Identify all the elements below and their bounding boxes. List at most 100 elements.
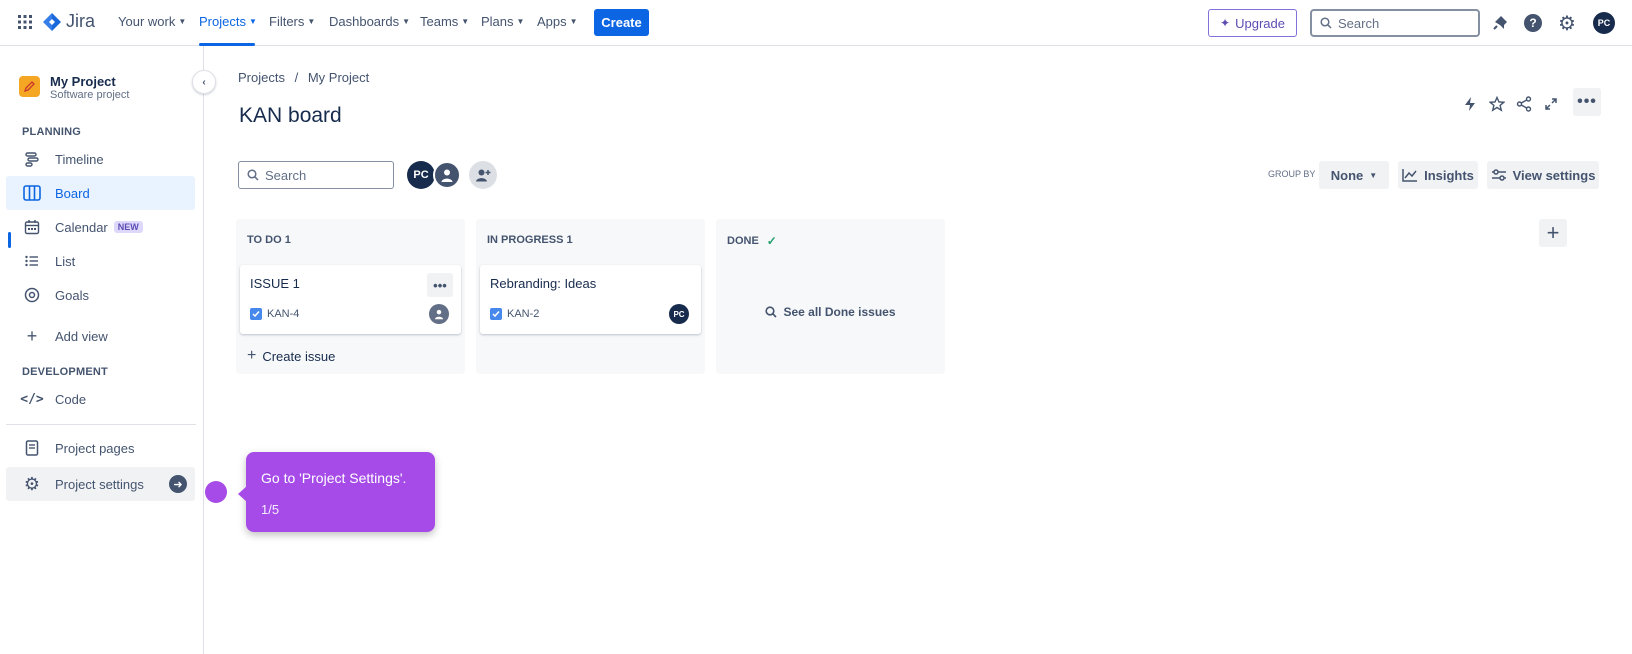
search-icon [247, 169, 259, 181]
nav-projects[interactable]: Projects ▼ [199, 14, 257, 29]
add-column-button[interactable]: + [1539, 219, 1567, 247]
sparkle-icon: ✦ [1220, 16, 1231, 30]
unassigned-avatar[interactable] [429, 304, 449, 324]
more-horizontal-icon: ••• [1577, 93, 1597, 110]
plus-icon: + [26, 325, 38, 346]
add-people-button[interactable] [469, 161, 497, 189]
person-icon [441, 169, 453, 182]
card-title: Rebranding: Ideas [490, 276, 597, 291]
guide-hotspot[interactable] [205, 481, 227, 503]
sidebar-divider [6, 424, 196, 425]
task-checkbox-icon [250, 308, 262, 320]
add-view-button[interactable]: + Add view [6, 319, 195, 353]
view-settings-button[interactable]: View settings [1487, 161, 1599, 189]
column-in-progress: IN PROGRESS 1 Rebranding: Ideas KAN-2 PC [476, 219, 705, 374]
more-actions-button[interactable]: ••• [1573, 88, 1601, 116]
sidebar-item-calendar[interactable]: Calendar NEW [6, 210, 195, 244]
project-sidebar: My Project Software project PLANNING Tim… [0, 46, 216, 654]
planning-heading: PLANNING [22, 126, 82, 138]
chevron-down-icon: ▼ [307, 17, 316, 26]
unassigned-avatar-filter[interactable] [433, 161, 461, 189]
upgrade-button[interactable]: ✦ Upgrade [1208, 9, 1297, 37]
create-button[interactable]: Create [594, 9, 649, 36]
list-icon [23, 252, 41, 270]
nav-filters[interactable]: Filters ▼ [269, 14, 315, 29]
project-name[interactable]: My Project [50, 74, 116, 89]
project-type: Software project [50, 89, 130, 101]
create-issue-button[interactable]: + Create issue [247, 347, 335, 365]
card-more-button[interactable]: ••• [427, 273, 453, 297]
chevron-down-icon: ▼ [1369, 170, 1378, 180]
notifications-icon[interactable] [1489, 12, 1511, 34]
chevron-down-icon: ▼ [516, 17, 525, 26]
issue-card[interactable]: Rebranding: Ideas KAN-2 PC [480, 265, 701, 334]
document-icon [23, 439, 41, 457]
see-all-done-link[interactable]: See all Done issues [716, 305, 945, 319]
column-title: TO DO 1 [247, 234, 291, 246]
new-badge: NEW [113, 221, 143, 233]
card-key: KAN-4 [250, 308, 299, 320]
sidebar-item-timeline[interactable]: Timeline [6, 142, 195, 176]
card-key: KAN-2 [490, 308, 539, 320]
group-by-label: GROUP BY [1268, 169, 1316, 179]
chevron-left-icon: ‹ [202, 76, 206, 88]
issue-card[interactable]: ISSUE 1 ••• KAN-4 [240, 265, 461, 334]
share-icon[interactable] [1512, 92, 1536, 116]
task-checkbox-icon [490, 308, 502, 320]
more-horizontal-icon: ••• [433, 277, 447, 293]
column-title: DONE ✓ [727, 234, 777, 248]
sidebar-item-board[interactable]: Board [6, 176, 195, 210]
development-heading: DEVELOPMENT [22, 366, 108, 378]
app-switcher-icon[interactable] [17, 14, 33, 30]
automation-lightning-icon[interactable] [1458, 92, 1482, 116]
timeline-icon [23, 150, 41, 168]
goals-icon [23, 286, 41, 304]
nav-plans[interactable]: Plans ▼ [481, 14, 524, 29]
nav-apps[interactable]: Apps ▼ [537, 14, 578, 29]
nav-teams[interactable]: Teams ▼ [420, 14, 469, 29]
logo-text: Jira [66, 11, 96, 31]
column-todo: TO DO 1 ISSUE 1 ••• KAN-4 + Create issue [236, 219, 465, 374]
settings-gear-icon[interactable]: ⚙ [1556, 12, 1578, 35]
column-title: IN PROGRESS 1 [487, 234, 573, 246]
collapse-sidebar-button[interactable]: ‹ [192, 70, 216, 94]
sidebar-item-code[interactable]: </> Code [6, 382, 195, 416]
board-icon [23, 184, 41, 202]
insights-button[interactable]: Insights [1398, 161, 1478, 189]
breadcrumb-projects[interactable]: Projects [238, 70, 285, 85]
nav-dashboards[interactable]: Dashboards ▼ [329, 14, 410, 29]
plus-icon: + [1546, 220, 1560, 245]
jira-logo-icon [43, 12, 61, 31]
code-icon: </> [20, 391, 44, 407]
board-search-input[interactable]: Search [238, 161, 394, 189]
group-by-select[interactable]: None ▼ [1319, 161, 1389, 189]
checkmark-icon: ✓ [766, 234, 777, 248]
global-search-input[interactable]: Search [1310, 9, 1480, 37]
expand-icon[interactable] [1539, 92, 1563, 116]
tooltip-step: 1/5 [261, 502, 280, 517]
breadcrumb: Projects / My Project [238, 70, 369, 85]
person-icon [434, 309, 444, 320]
user-avatar-filter[interactable]: PC [407, 161, 435, 189]
column-done: DONE ✓ See all Done issues [716, 219, 945, 374]
sidebar-item-list[interactable]: List [6, 244, 195, 278]
breadcrumb-separator: / [294, 70, 299, 85]
assignee-avatar[interactable]: PC [669, 304, 689, 324]
card-title: ISSUE 1 [250, 276, 300, 291]
nav-your-work[interactable]: Your work ▼ [118, 14, 186, 29]
help-icon[interactable]: ? [1522, 12, 1544, 34]
search-icon [1320, 17, 1332, 29]
sidebar-item-goals[interactable]: Goals [6, 278, 195, 312]
sidebar-item-project-pages[interactable]: Project pages [6, 431, 195, 465]
sidebar-item-project-settings[interactable]: ⚙ Project settings ➜ [6, 467, 195, 501]
chevron-down-icon: ▼ [178, 17, 187, 26]
guide-tooltip: Go to 'Project Settings'. 1/5 [238, 452, 435, 532]
page-title: KAN board [239, 104, 342, 127]
breadcrumb-my-project[interactable]: My Project [308, 70, 369, 85]
plus-icon: + [247, 347, 257, 364]
search-icon [765, 306, 778, 318]
star-icon[interactable] [1485, 92, 1509, 116]
user-avatar[interactable]: PC [1593, 12, 1615, 34]
jira-logo[interactable]: Jira [42, 11, 95, 32]
arrow-right-circle-icon: ➜ [169, 475, 187, 493]
